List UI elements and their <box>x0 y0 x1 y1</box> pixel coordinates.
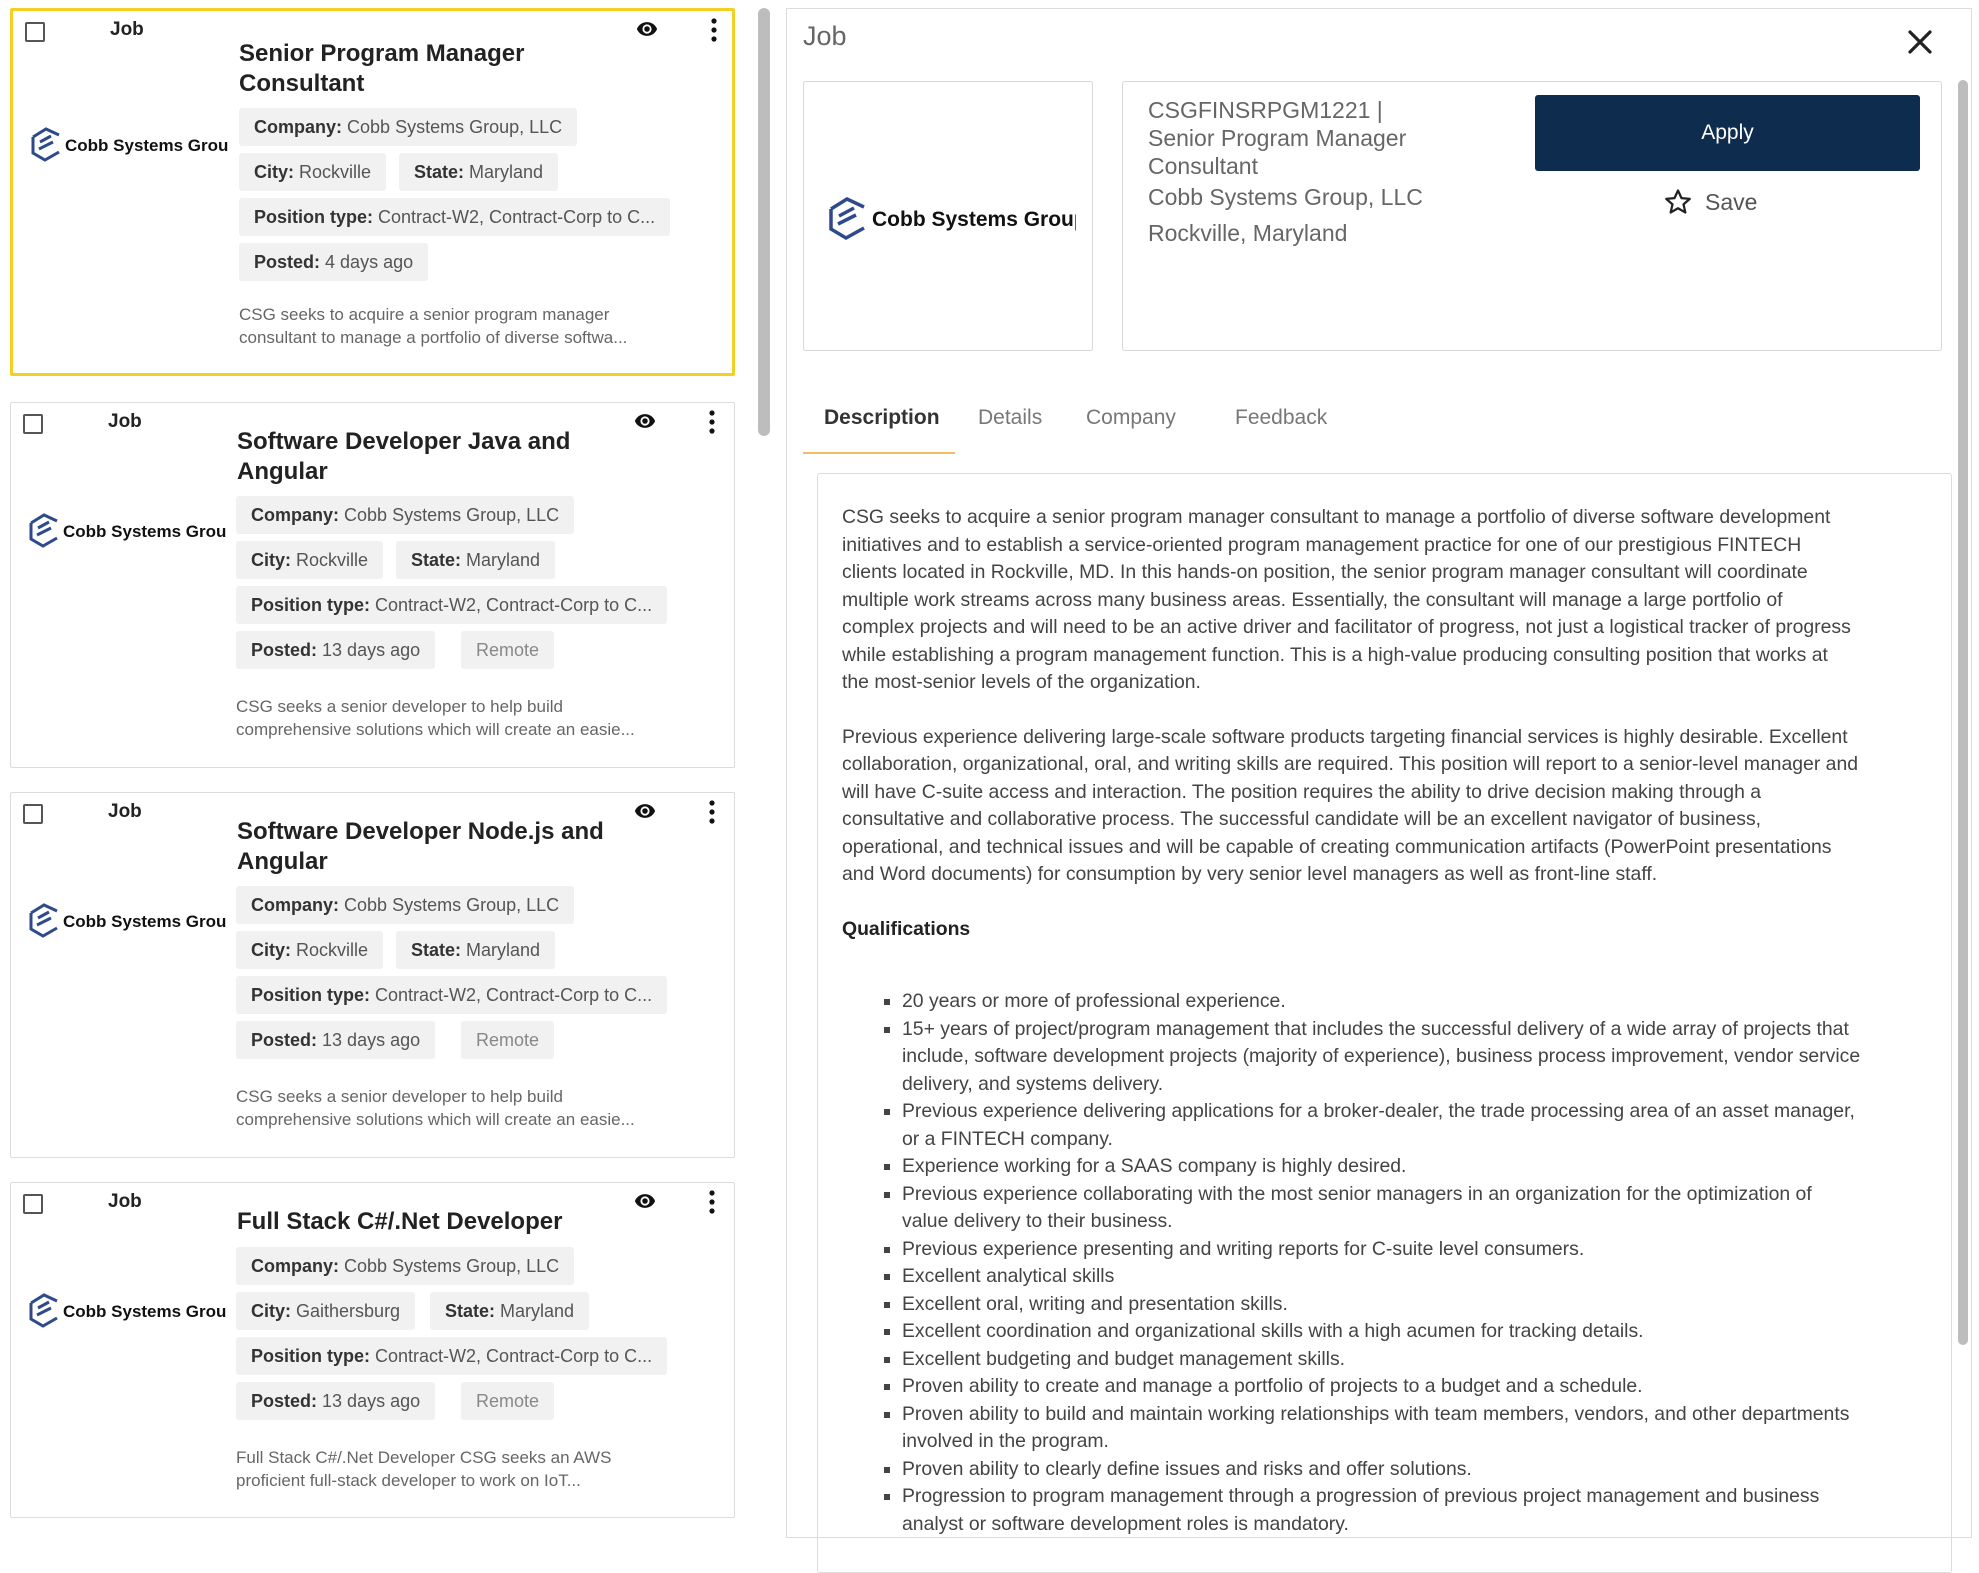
company-chip: Company: Cobb Systems Group, LLC <box>239 108 578 146</box>
position-type-chip: Position type: Contract-W2, Contract-Cor… <box>239 198 671 236</box>
job-card-type: Job <box>108 801 142 822</box>
detail-tabs: Description Details Company Feedback <box>803 392 1363 456</box>
save-label: Save <box>1705 188 1758 215</box>
state-chip: State: Maryland <box>430 1292 590 1330</box>
more-vert-icon[interactable] <box>707 799 717 825</box>
description-paragraph: Previous experience delivering large-sca… <box>842 725 1859 886</box>
job-list: Job Cobb Systems Group Senior Program Ma… <box>0 0 745 1526</box>
list-item: Previous experience delivering applicati… <box>902 1098 1927 1153</box>
remote-chip: Remote <box>461 1021 555 1059</box>
company-logo: Cobb Systems Group <box>29 513 227 548</box>
company-logo: Cobb Systems Group <box>829 197 1076 241</box>
tab-company[interactable]: Company <box>1086 406 1176 430</box>
job-detail-panel: Job Cobb Systems Group CSGFINSRPGM1221 |… <box>786 8 1972 1573</box>
posted-chip: Posted: 13 days ago <box>236 1021 436 1059</box>
list-item: Excellent coordination and organizationa… <box>902 1318 1927 1346</box>
star-outline-icon <box>1665 189 1691 214</box>
logo-text: Cobb Systems Group <box>63 522 227 541</box>
remote-chip: Remote <box>461 1382 555 1420</box>
list-scrollbar[interactable] <box>758 8 770 436</box>
posted-chip: Posted: 4 days ago <box>239 243 429 281</box>
state-chip: State: Maryland <box>396 541 556 579</box>
job-card-title[interactable]: Software Developer Node.js and Angular <box>237 817 657 877</box>
tab-description[interactable]: Description <box>824 406 940 430</box>
list-item: Previous experience collaborating with t… <box>902 1181 1927 1236</box>
active-tab-indicator <box>803 452 955 454</box>
city-chip: City: Rockville <box>236 931 384 969</box>
job-card-title[interactable]: Senior Program Manager Consultant <box>239 39 659 99</box>
more-vert-icon[interactable] <box>707 409 717 435</box>
list-item: Proven ability to create and manage a po… <box>902 1373 1927 1401</box>
city-chip: City: Rockville <box>236 541 384 579</box>
logo-text: Cobb Systems Group <box>63 912 227 931</box>
job-card-snippet: CSG seeks to acquire a senior program ma… <box>239 305 628 347</box>
detail-location: Rockville, Maryland <box>1148 220 1348 246</box>
company-logo: Cobb Systems Group <box>31 127 229 162</box>
job-card[interactable]: Job Cobb Systems Group Senior Program Ma… <box>10 8 735 376</box>
job-card-snippet: CSG seeks a senior developer to help bui… <box>236 1087 635 1129</box>
list-item: Progression to program management throug… <box>902 1483 1927 1538</box>
logo-text: Cobb Systems Group <box>872 208 1076 231</box>
list-item: 20 years or more of professional experie… <box>902 988 1927 1016</box>
position-type-chip: Position type: Contract-W2, Contract-Cor… <box>236 1337 668 1375</box>
position-type-chip: Position type: Contract-W2, Contract-Cor… <box>236 586 668 624</box>
job-card-type: Job <box>110 19 144 40</box>
detail-info-box: CSGFINSRPGM1221 | Senior Program Manager… <box>1122 81 1942 351</box>
job-card[interactable]: Job Cobb Systems Group Software Develope… <box>10 792 735 1158</box>
list-item: 15+ years of project/program management … <box>902 1016 1927 1099</box>
list-item: Previous experience presenting and writi… <box>902 1236 1927 1264</box>
job-card-snippet: CSG seeks a senior developer to help bui… <box>236 697 635 739</box>
list-item: Excellent analytical skills <box>902 1263 1927 1291</box>
save-button[interactable]: Save <box>1663 184 1757 220</box>
company-chip: Company: Cobb Systems Group, LLC <box>236 1247 575 1285</box>
list-item: Proven ability to build and maintain wor… <box>902 1401 1927 1456</box>
city-chip: City: Rockville <box>239 153 387 191</box>
description-paragraph: CSG seeks to acquire a senior program ma… <box>842 506 1851 693</box>
list-item: Excellent oral, writing and presentation… <box>902 1291 1927 1319</box>
job-card-title[interactable]: Full Stack C#/.Net Developer <box>237 1207 657 1237</box>
detail-scrollbar[interactable] <box>1958 80 1968 1345</box>
posted-chip: Posted: 13 days ago <box>236 631 436 669</box>
company-logo: Cobb Systems Group <box>29 903 227 938</box>
state-chip: State: Maryland <box>396 931 556 969</box>
more-vert-icon[interactable] <box>709 17 719 43</box>
tab-details[interactable]: Details <box>978 406 1042 430</box>
close-icon[interactable] <box>1905 27 1935 57</box>
company-chip: Company: Cobb Systems Group, LLC <box>236 496 575 534</box>
detail-header-title: Job <box>803 21 847 51</box>
city-chip: City: Gaithersburg <box>236 1292 416 1330</box>
position-type-chip: Position type: Contract-W2, Contract-Cor… <box>236 976 668 1014</box>
job-card-checkbox[interactable] <box>23 1194 43 1214</box>
detail-logo-box: Cobb Systems Group <box>803 81 1093 351</box>
state-chip: State: Maryland <box>399 153 559 191</box>
job-card-title[interactable]: Software Developer Java and Angular <box>237 427 657 487</box>
job-card[interactable]: Job Cobb Systems Group Software Develope… <box>10 402 735 768</box>
qualifications-list: 20 years or more of professional experie… <box>842 988 1927 1538</box>
list-item: Experience working for a SAAS company is… <box>902 1153 1927 1181</box>
list-item: Proven ability to clearly define issues … <box>902 1456 1927 1484</box>
qualifications-heading: Qualifications <box>842 917 971 940</box>
job-code-title: CSGFINSRPGM1221 | Senior Program Manager… <box>1148 97 1407 179</box>
job-card-type: Job <box>108 1191 142 1212</box>
job-card-type: Job <box>108 411 142 432</box>
remote-chip: Remote <box>461 631 555 669</box>
posted-chip: Posted: 13 days ago <box>236 1382 436 1420</box>
apply-button[interactable]: Apply <box>1535 95 1920 171</box>
logo-text: Cobb Systems Group <box>65 136 229 155</box>
job-card-snippet: Full Stack C#/.Net Developer CSG seeks a… <box>236 1448 612 1490</box>
job-card-checkbox[interactable] <box>23 804 43 824</box>
list-item: Excellent budgeting and budget managemen… <box>902 1346 1927 1374</box>
company-logo: Cobb Systems Group <box>29 1293 227 1328</box>
more-vert-icon[interactable] <box>707 1189 717 1215</box>
tab-feedback[interactable]: Feedback <box>1235 406 1327 430</box>
job-card-checkbox[interactable] <box>23 414 43 434</box>
logo-text: Cobb Systems Group <box>63 1302 227 1321</box>
company-chip: Company: Cobb Systems Group, LLC <box>236 886 575 924</box>
job-card-checkbox[interactable] <box>25 22 45 42</box>
description-content: CSG seeks to acquire a senior program ma… <box>817 473 1952 1573</box>
detail-company: Cobb Systems Group, LLC <box>1148 184 1423 210</box>
job-card[interactable]: Job Cobb Systems Group Full Stack C#/.Ne… <box>10 1182 735 1518</box>
eye-icon[interactable] <box>633 18 661 40</box>
